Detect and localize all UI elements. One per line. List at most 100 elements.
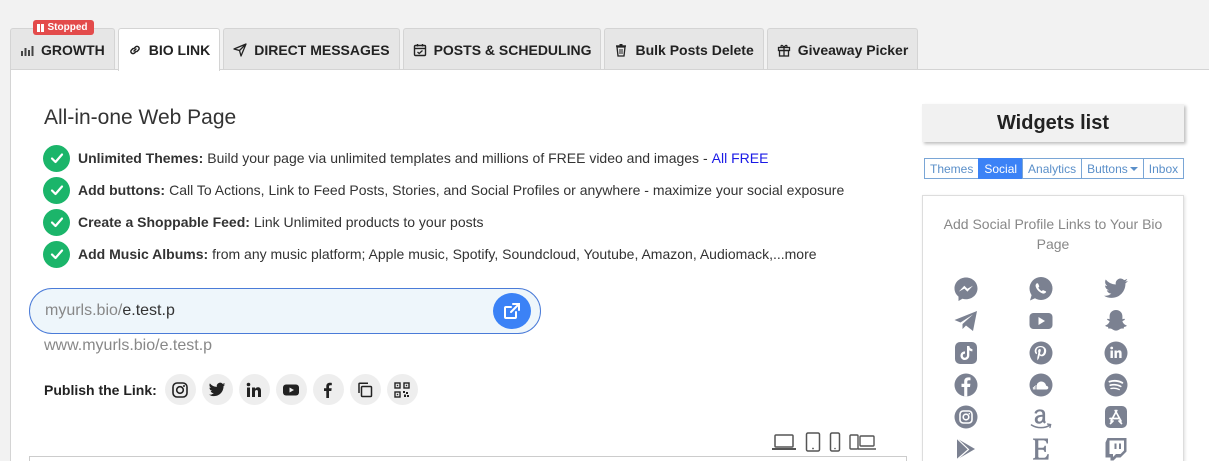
publish-row: Publish the Link:: [44, 374, 424, 405]
amazon-widget[interactable]: [1028, 404, 1054, 430]
send-icon: [233, 42, 247, 57]
feature-text: Build your page via unlimited templates …: [207, 150, 708, 166]
telegram-widget[interactable]: [953, 308, 979, 334]
all-free-link[interactable]: All FREE: [712, 150, 769, 166]
feature-title: Add buttons:: [78, 182, 166, 198]
publish-facebook-button[interactable]: [312, 374, 344, 405]
feature-item: Create a Shoppable Feed: Link Unlimited …: [43, 206, 844, 238]
feature-text: Link Unlimited products to your posts: [253, 214, 484, 230]
feature-text: from any music platform; Apple music, Sp…: [212, 246, 817, 262]
tab-growth[interactable]: Stopped GROWTH: [10, 20, 115, 70]
tab-giveaway-picker[interactable]: Giveaway Picker: [766, 28, 919, 70]
etsy-icon: [1033, 438, 1049, 460]
publish-youtube-button[interactable]: [275, 374, 307, 405]
tab-posts-scheduling[interactable]: POSTS & SCHEDULING: [402, 28, 602, 70]
copy-icon: [358, 381, 373, 397]
linkedin-widget[interactable]: [1103, 340, 1129, 366]
widgets-tabs: Themes Social Analytics Buttons Inbox: [924, 158, 1185, 179]
twitter-icon: [1104, 278, 1128, 298]
whatsapp-widget[interactable]: [1028, 276, 1054, 302]
google-play-icon: [956, 438, 975, 460]
messenger-icon: [954, 277, 978, 301]
url-value[interactable]: e.test.p: [122, 302, 174, 320]
check-icon: [43, 144, 70, 172]
bio-url-input[interactable]: myurls.bio/e.test.p: [29, 288, 541, 334]
multi-device-icon[interactable]: [849, 432, 877, 452]
instagram-widget[interactable]: [953, 404, 979, 430]
qr-code-icon: [394, 381, 410, 398]
open-link-button[interactable]: [493, 293, 531, 329]
tab-bio-link[interactable]: BIO LINK: [117, 28, 221, 71]
feature-item: Add Music Albums: from any music platfor…: [43, 238, 844, 270]
device-preview-switcher: [771, 432, 877, 452]
widget-tab-themes[interactable]: Themes: [924, 158, 980, 179]
soundcloud-icon: [1029, 373, 1053, 397]
tab-label: Giveaway Picker: [797, 41, 909, 58]
twitch-widget[interactable]: [1103, 436, 1129, 461]
tab-bar: Stopped GROWTH BIO LINK DIRECT MESSAGES …: [10, 20, 919, 71]
page-title: All-in-one Web Page: [44, 106, 237, 129]
publish-twitter-button[interactable]: [201, 374, 233, 405]
publish-linkedin-button[interactable]: [238, 374, 270, 405]
tablet-icon[interactable]: [805, 432, 821, 452]
copy-link-button[interactable]: [349, 374, 381, 405]
widget-tab-buttons-label: Buttons: [1087, 161, 1128, 176]
etsy-widget[interactable]: [1028, 436, 1054, 461]
bio-link-panel: All-in-one Web Page Unlimited Themes: Bu…: [10, 69, 1209, 461]
spotify-icon: [1104, 373, 1128, 397]
feature-item: Unlimited Themes: Build your page via un…: [43, 142, 844, 174]
facebook-icon: [954, 373, 978, 397]
messenger-widget[interactable]: [953, 276, 979, 302]
external-link-icon: [504, 303, 520, 319]
pause-icon: [37, 23, 44, 32]
pinterest-widget[interactable]: [1028, 340, 1054, 366]
laptop-icon[interactable]: [771, 432, 797, 452]
trash-icon: [616, 43, 627, 57]
spotify-widget[interactable]: [1103, 372, 1129, 398]
widgets-box: Add Social Profile Links to Your Bio Pag…: [922, 195, 1184, 461]
calendar-icon: [413, 43, 426, 56]
app-store-icon: [1105, 406, 1127, 428]
phone-icon[interactable]: [829, 432, 841, 452]
instagram-icon: [172, 381, 189, 398]
youtube-widget[interactable]: [1028, 308, 1054, 334]
publish-instagram-button[interactable]: [164, 374, 196, 405]
tab-direct-messages[interactable]: DIRECT MESSAGES: [223, 28, 400, 70]
widgets-description: Add Social Profile Links to Your Bio Pag…: [943, 216, 1163, 252]
qr-code-button[interactable]: [386, 374, 418, 405]
social-widget-grid: [953, 276, 1178, 461]
full-url: www.myurls.bio/e.test.p: [44, 337, 213, 354]
app-store-widget[interactable]: [1103, 404, 1129, 430]
check-icon: [43, 208, 70, 236]
snapchat-icon: [1105, 310, 1127, 331]
widget-tab-inbox[interactable]: Inbox: [1142, 158, 1185, 179]
soundcloud-widget[interactable]: [1028, 372, 1054, 398]
feature-title: Unlimited Themes:: [78, 150, 204, 166]
snapchat-widget[interactable]: [1103, 308, 1129, 334]
widget-tab-buttons[interactable]: Buttons: [1081, 158, 1144, 179]
widget-tab-social[interactable]: Social: [978, 158, 1024, 179]
widgets-title: Widgets list: [922, 104, 1184, 142]
telegram-icon: [954, 311, 977, 331]
google-play-widget[interactable]: [953, 436, 979, 461]
tab-label: DIRECT MESSAGES: [254, 41, 390, 58]
youtube-icon: [283, 384, 300, 395]
youtube-icon: [1029, 313, 1053, 329]
tab-label: GROWTH: [41, 41, 105, 58]
whatsapp-icon: [1029, 277, 1053, 301]
preview-frame: [29, 456, 907, 461]
link-icon: [129, 45, 140, 55]
widget-tab-analytics[interactable]: Analytics: [1022, 158, 1083, 179]
caret-down-icon: [1129, 166, 1138, 171]
twitter-widget[interactable]: [1103, 276, 1129, 302]
tab-label: POSTS & SCHEDULING: [433, 41, 592, 58]
tiktok-widget[interactable]: [953, 340, 979, 366]
feature-text: Call To Actions, Link to Feed Posts, Sto…: [169, 182, 845, 198]
tab-label: Bulk Posts Delete: [635, 41, 754, 58]
twitch-icon: [1105, 438, 1127, 461]
feature-title: Create a Shoppable Feed:: [78, 214, 250, 230]
status-badge: Stopped: [33, 20, 94, 35]
feature-item: Add buttons: Call To Actions, Link to Fe…: [43, 174, 844, 206]
tab-bulk-posts-delete[interactable]: Bulk Posts Delete: [604, 28, 764, 70]
facebook-widget[interactable]: [953, 372, 979, 398]
